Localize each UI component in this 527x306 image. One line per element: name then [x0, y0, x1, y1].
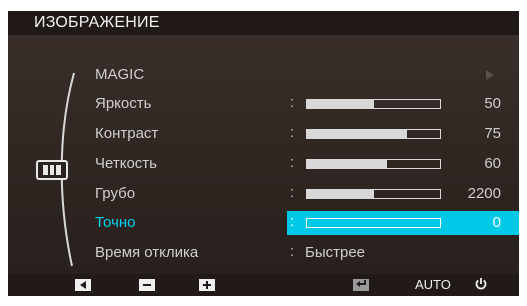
plus-icon[interactable] [199, 279, 215, 291]
osd-menu: ИЗОБРАЖЕНИЕ MAGIC Яркость : 50 Контраст … [8, 11, 519, 296]
slider-fill [307, 160, 387, 168]
menu-item-brightness[interactable]: Яркость : 50 [8, 93, 519, 115]
menu-item-label: Яркость [95, 95, 152, 112]
menu-item-coarse[interactable]: Грубо : 2200 [8, 183, 519, 205]
menu-item-response-time[interactable]: Время отклика : Быстрее [8, 242, 519, 264]
enter-icon[interactable] [353, 279, 369, 291]
menu-item-label: Грубо [95, 185, 136, 202]
menu-item-label: MAGIC [95, 66, 145, 83]
slider-fill [307, 100, 374, 108]
separator-colon: : [290, 184, 295, 201]
menu-item-fine[interactable]: Точно : 0 [8, 212, 519, 234]
separator-colon: : [290, 94, 295, 111]
fine-slider[interactable] [306, 218, 441, 228]
button-guide-bar: AUTO [8, 274, 519, 296]
menu-item-value: 75 [484, 125, 501, 142]
separator-colon: : [290, 213, 295, 230]
menu-item-value: 0 [492, 214, 501, 231]
menu-item-value: 2200 [467, 185, 501, 202]
menu-item-label: Контраст [95, 125, 159, 142]
menu-item-value: 60 [484, 155, 501, 172]
separator-colon: : [290, 124, 295, 141]
separator-colon: : [290, 243, 295, 260]
contrast-slider[interactable] [306, 129, 441, 139]
slider-fill [307, 130, 407, 138]
minus-icon[interactable] [139, 279, 155, 291]
menu-item-label: Четкость [95, 155, 157, 172]
auto-button[interactable]: AUTO [415, 277, 451, 292]
menu-item-magic[interactable]: MAGIC [8, 64, 519, 86]
brightness-slider[interactable] [306, 99, 441, 109]
menu-item-sharpness[interactable]: Четкость : 60 [8, 153, 519, 175]
power-icon[interactable] [475, 277, 487, 291]
menu-item-text-value: Быстрее [305, 244, 366, 261]
menu-item-contrast[interactable]: Контраст : 75 [8, 123, 519, 145]
sharpness-slider[interactable] [306, 159, 441, 169]
submenu-arrow-icon [486, 70, 494, 80]
left-arrow-icon[interactable] [75, 279, 91, 291]
separator-colon: : [290, 154, 295, 171]
menu-item-label: Точно [95, 214, 136, 231]
slider-fill [307, 190, 374, 198]
menu-item-label: Время отклика [95, 244, 199, 261]
coarse-slider[interactable] [306, 189, 441, 199]
menu-item-value: 50 [484, 95, 501, 112]
